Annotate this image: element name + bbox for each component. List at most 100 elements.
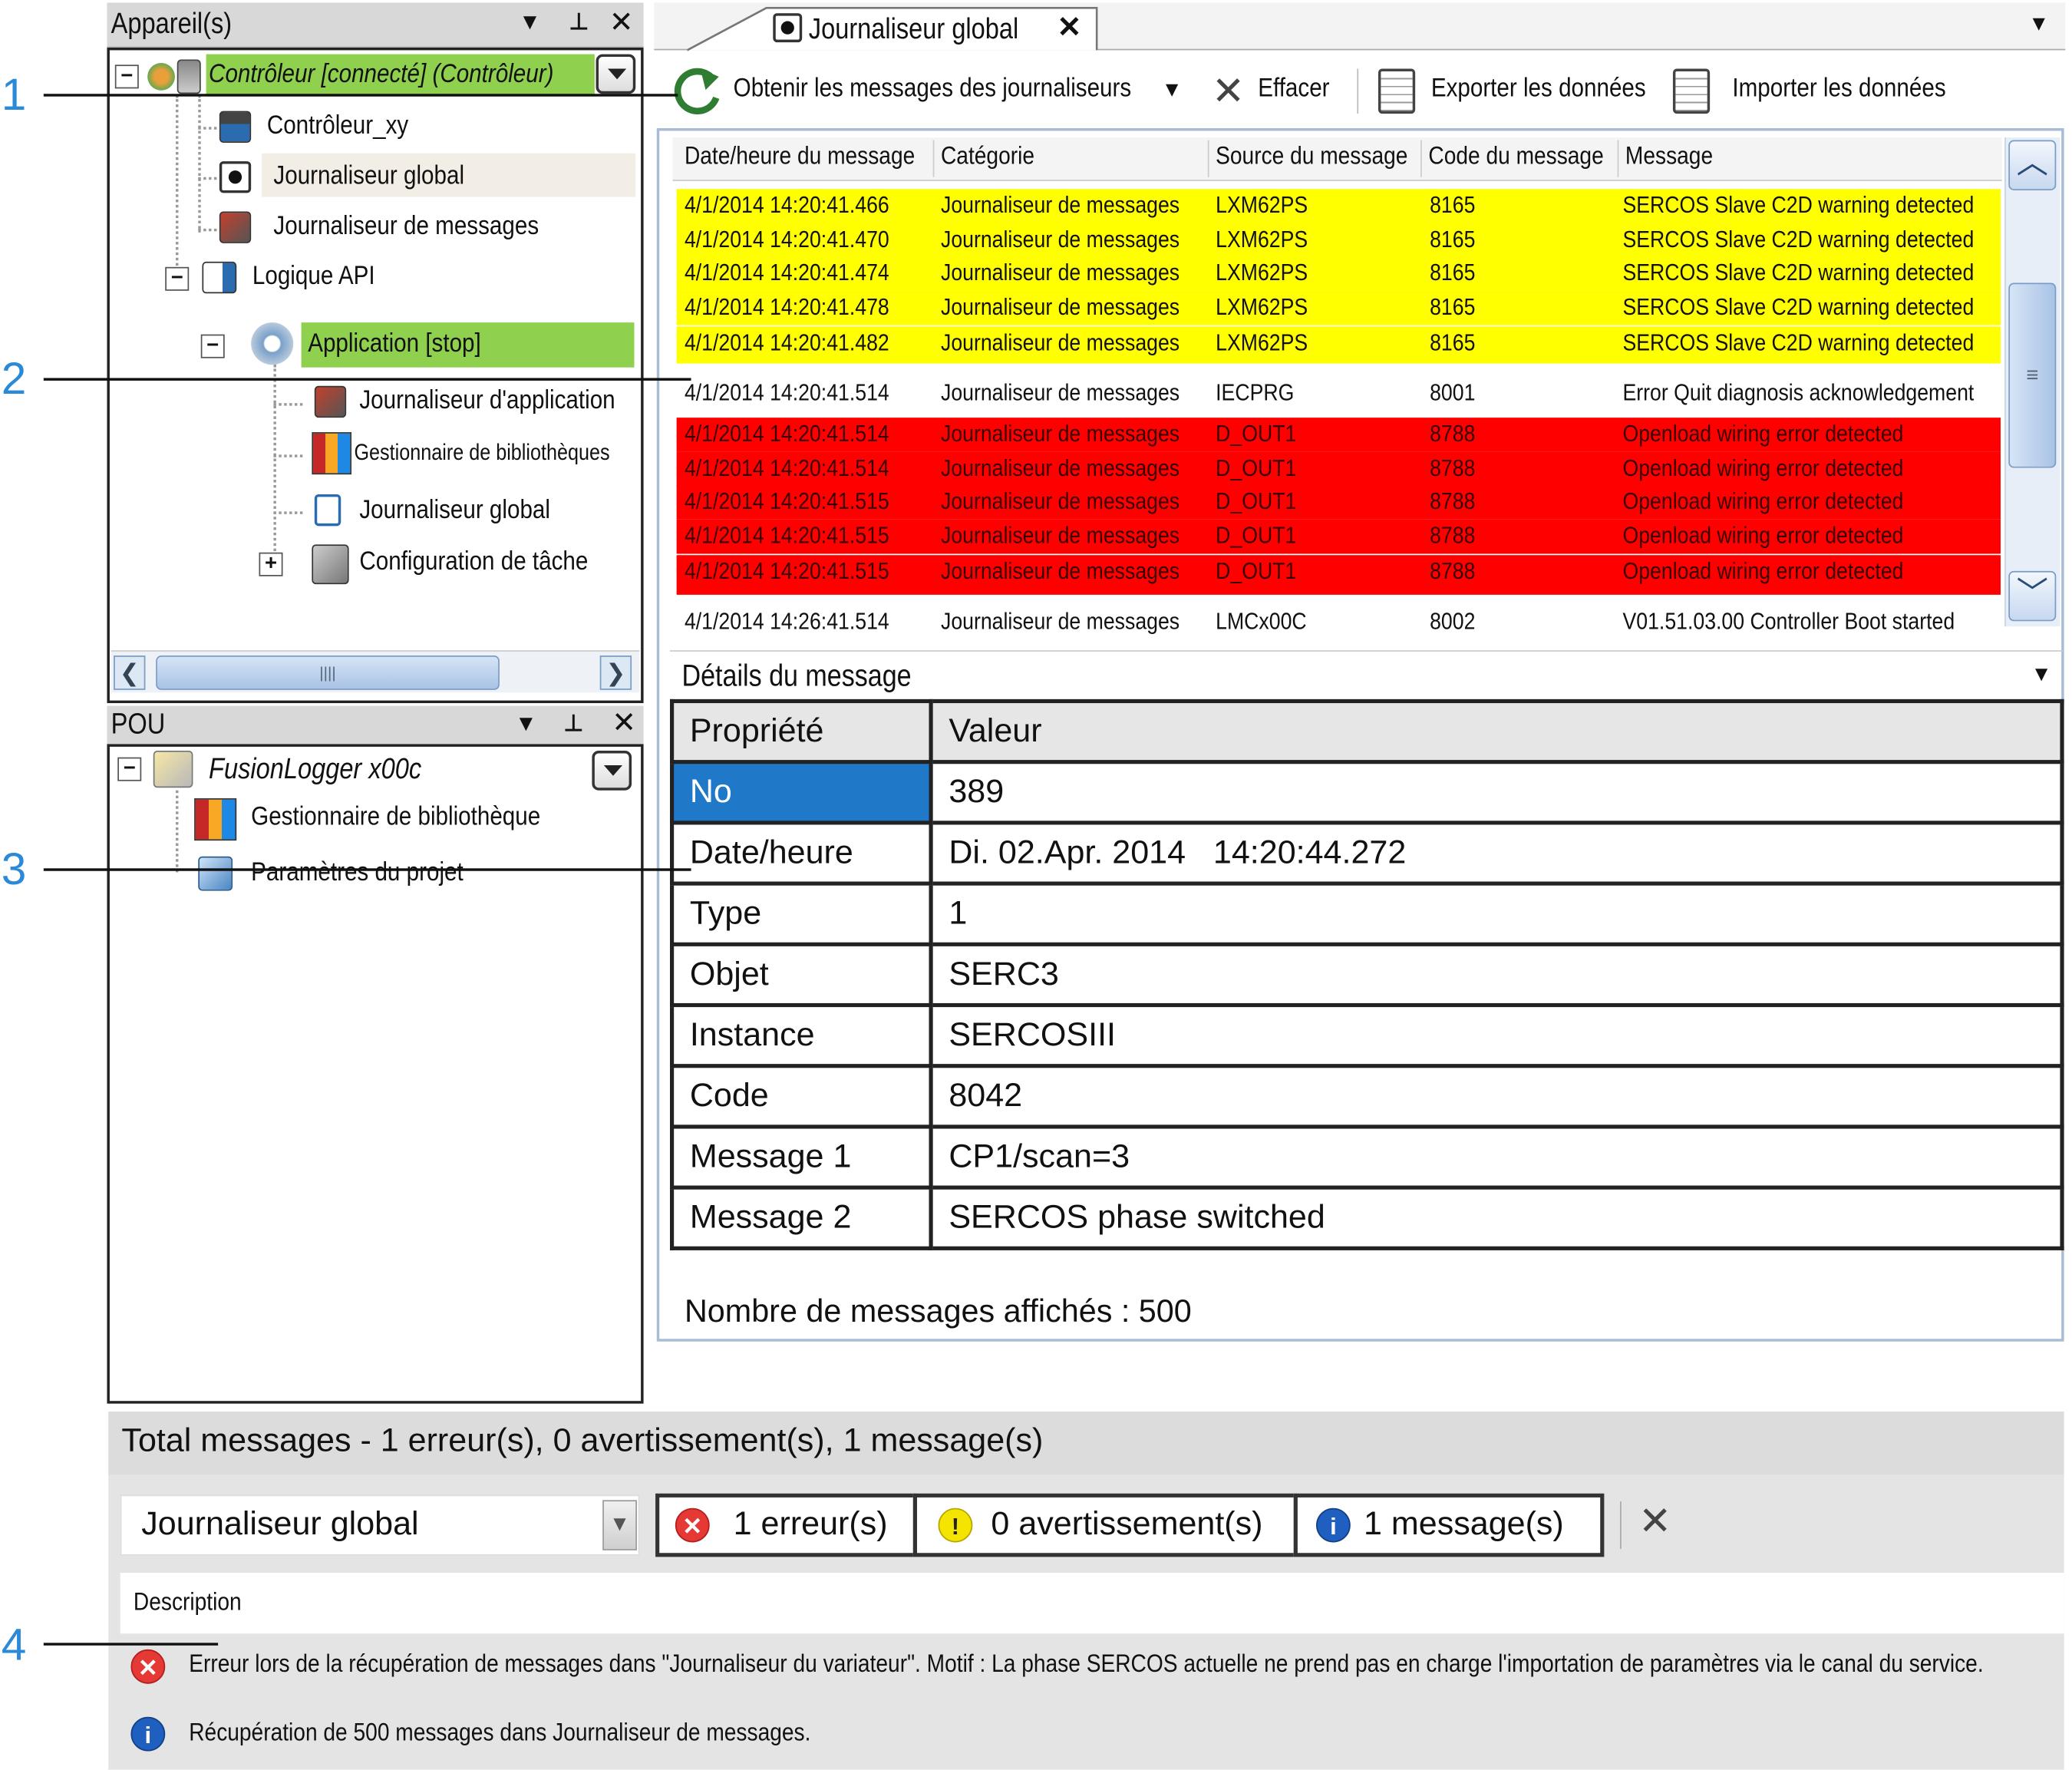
project-settings-label[interactable]: Paramètres du projet [251,858,464,889]
errors-filter-label: 1 erreur(s) [733,1505,888,1543]
messages-summary: Total messages - 1 erreur(s), 0 avertiss… [121,1422,1044,1459]
table-row[interactable]: 4/1/2014 14:20:41.515 Journaliseur de mes… [676,555,2001,595]
details-collapse-icon[interactable]: ▼ [2031,663,2052,687]
get-messages-button[interactable]: Obtenir les messages des journaliseurs [734,74,1132,104]
table-row[interactable]: 4/1/2014 14:20:41.515 Journaliseur de mes… [676,484,2001,520]
pin-icon[interactable]: ⊥ [567,9,591,35]
warnings-filter-label: 0 avertissement(s) [991,1505,1263,1543]
message-entry-text: Récupération de 500 messages dans Journa… [189,1719,811,1748]
table-row[interactable]: 4/1/2014 14:20:41.466 Journaliseur de mes… [676,189,2001,224]
horizontal-scrollbar[interactable]: ❮ |||| ❯ [111,650,640,693]
chevron-down-icon[interactable]: ▼ [602,1500,637,1550]
pou-panel-title: POU [111,707,166,741]
controller-node-label[interactable]: Contrôleur [connecté] (Contrôleur) [209,59,553,90]
controller-xy-label[interactable]: Contrôleur_xy [267,111,408,142]
import-button[interactable]: Importer les données [1732,74,1945,104]
property-value: 389 [929,760,2064,825]
refresh-icon[interactable] [671,64,727,119]
details-row[interactable]: Message 2 SERCOS phase switched [670,1185,2064,1250]
clear-icon[interactable]: ✕ [1212,69,1245,115]
collapse-icon[interactable]: − [114,64,139,89]
table-cell: Journaliseur de messages [940,259,1180,286]
source-select[interactable]: Journaliseur global ▼ [120,1494,640,1556]
scroll-right-icon[interactable]: ❯ [599,655,632,690]
tab-close-icon[interactable]: ✕ [1057,11,1082,45]
details-row[interactable]: Objet SERC3 [670,942,2064,1008]
scroll-left-icon[interactable]: ❮ [114,655,146,690]
clear-messages-icon[interactable]: ✕ [1638,1499,1671,1545]
messages-filter-button[interactable]: i 1 message(s) [1293,1493,1605,1557]
ui-stage: Appareil(s) ▼ ⊥ ✕ − Contrôleur [connecté… [0,0,2072,1770]
column-header[interactable]: Date/heure du message [685,143,915,172]
scroll-thumb[interactable]: ≡ [2008,282,2057,468]
message-entry-text: Erreur lors de la récupération de messag… [189,1650,1984,1679]
devices-panel-titlebar: Appareil(s) ▼ ⊥ ✕ [107,2,644,48]
column-divider [1207,140,1209,177]
table-cell: 4/1/2014 14:20:41.515 [684,557,889,585]
pou-library-label[interactable]: Gestionnaire de bibliothèque [251,802,540,833]
controller-menu-button[interactable] [596,54,636,94]
table-cell: 4/1/2014 14:20:41.470 [684,226,889,253]
warnings-filter-button[interactable]: ! 0 avertissement(s) [912,1493,1298,1557]
pou-menu-button[interactable] [592,751,632,791]
error-icon: ✕ [675,1507,710,1543]
table-cell: LXM62PS [1216,191,1308,219]
pou-root-label[interactable]: FusionLogger x00c [209,752,421,787]
scroll-down-icon[interactable]: ﹀ [2008,570,2057,622]
details-row[interactable]: Date/heure Di. 02.Apr. 2014 14:20:44.272 [670,821,2064,886]
table-cell: Openload wiring error detected [1622,522,1904,549]
table-cell: 8788 [1430,454,1476,481]
details-row[interactable]: Instance SERCOSIII [670,1002,2064,1068]
table-cell: LXM62PS [1216,226,1308,253]
errors-filter-button[interactable]: ✕ 1 erreur(s) [655,1493,917,1557]
import-icon[interactable] [1672,68,1711,114]
table-row[interactable]: 4/1/2014 14:20:41.514 Journaliseur de mes… [676,451,2001,487]
dropdown-icon[interactable]: ▼ [514,711,538,737]
property-value: CP1/scan=3 [929,1124,2064,1190]
table-cell: D_OUT1 [1216,487,1297,514]
details-row[interactable]: Message 1 CP1/scan=3 [670,1124,2064,1190]
clear-button[interactable]: Effacer [1258,74,1329,104]
export-icon[interactable] [1377,68,1416,114]
column-header[interactable]: Message [1625,143,1713,172]
details-column-header[interactable]: Valeur [929,698,2064,764]
close-icon[interactable]: ✕ [609,5,634,40]
editor-tab-label[interactable]: Journaliseur global [809,12,1018,46]
table-row[interactable]: 4/1/2014 14:20:41.515 Journaliseur de mes… [676,519,2001,554]
table-row[interactable]: 4/1/2014 14:20:41.482 Journaliseur de mes… [676,326,2001,364]
dropdown-icon[interactable]: ▼ [518,9,542,35]
close-icon[interactable]: ✕ [612,705,636,740]
get-messages-dropdown-icon[interactable]: ▼ [1162,79,1183,103]
details-row[interactable]: Code 8042 [670,1064,2064,1129]
column-header[interactable]: Source du message [1216,143,1407,172]
table-cell: 4/1/2014 14:20:41.466 [684,191,889,219]
export-button[interactable]: Exporter les données [1431,74,1646,104]
property-value: 8042 [929,1064,2064,1129]
table-row[interactable]: 4/1/2014 14:26:41.514 Journaliseur de mes… [676,605,2001,635]
message-entry-error[interactable]: ✕ Erreur lors de la récupération de mess… [120,1634,2064,1697]
project-settings-icon [198,856,233,891]
details-row[interactable]: Type 1 [670,881,2064,946]
table-row[interactable]: 4/1/2014 14:20:41.478 Journaliseur de mes… [676,290,2001,325]
message-entry-info[interactable]: i Récupération de 500 messages dans Jour… [120,1701,2064,1768]
vertical-scrollbar[interactable]: ︿ ≡ ﹀ [2004,137,2060,627]
scroll-thumb[interactable]: |||| [156,655,500,690]
table-cell: Error Quit diagnosis acknowledgement [1622,379,1975,406]
pin-icon[interactable]: ⊥ [562,711,586,737]
table-cell: 8788 [1430,557,1476,585]
table-cell: 4/1/2014 14:20:41.514 [684,420,889,447]
column-header[interactable]: Catégorie [941,143,1034,172]
collapse-icon[interactable]: − [117,757,142,781]
details-column-header[interactable]: Propriété [670,698,933,764]
table-row[interactable]: 4/1/2014 14:20:41.514 Journaliseur de mes… [676,418,2001,452]
tab-list-icon[interactable]: ▼ [2028,13,2049,37]
details-row[interactable]: No 389 [670,760,2064,825]
table-row[interactable]: 4/1/2014 14:20:41.514 Journaliseur de mes… [676,376,2001,410]
property-value: 1 [929,881,2064,946]
table-row[interactable]: 4/1/2014 14:20:41.474 Journaliseur de mes… [676,256,2001,291]
toolbar-separator [1620,1501,1622,1550]
callout-label: 4 [1,1620,27,1671]
table-row[interactable]: 4/1/2014 14:20:41.470 Journaliseur de mes… [676,223,2001,258]
scroll-up-icon[interactable]: ︿ [2008,140,2057,190]
column-header[interactable]: Code du message [1428,143,1603,172]
